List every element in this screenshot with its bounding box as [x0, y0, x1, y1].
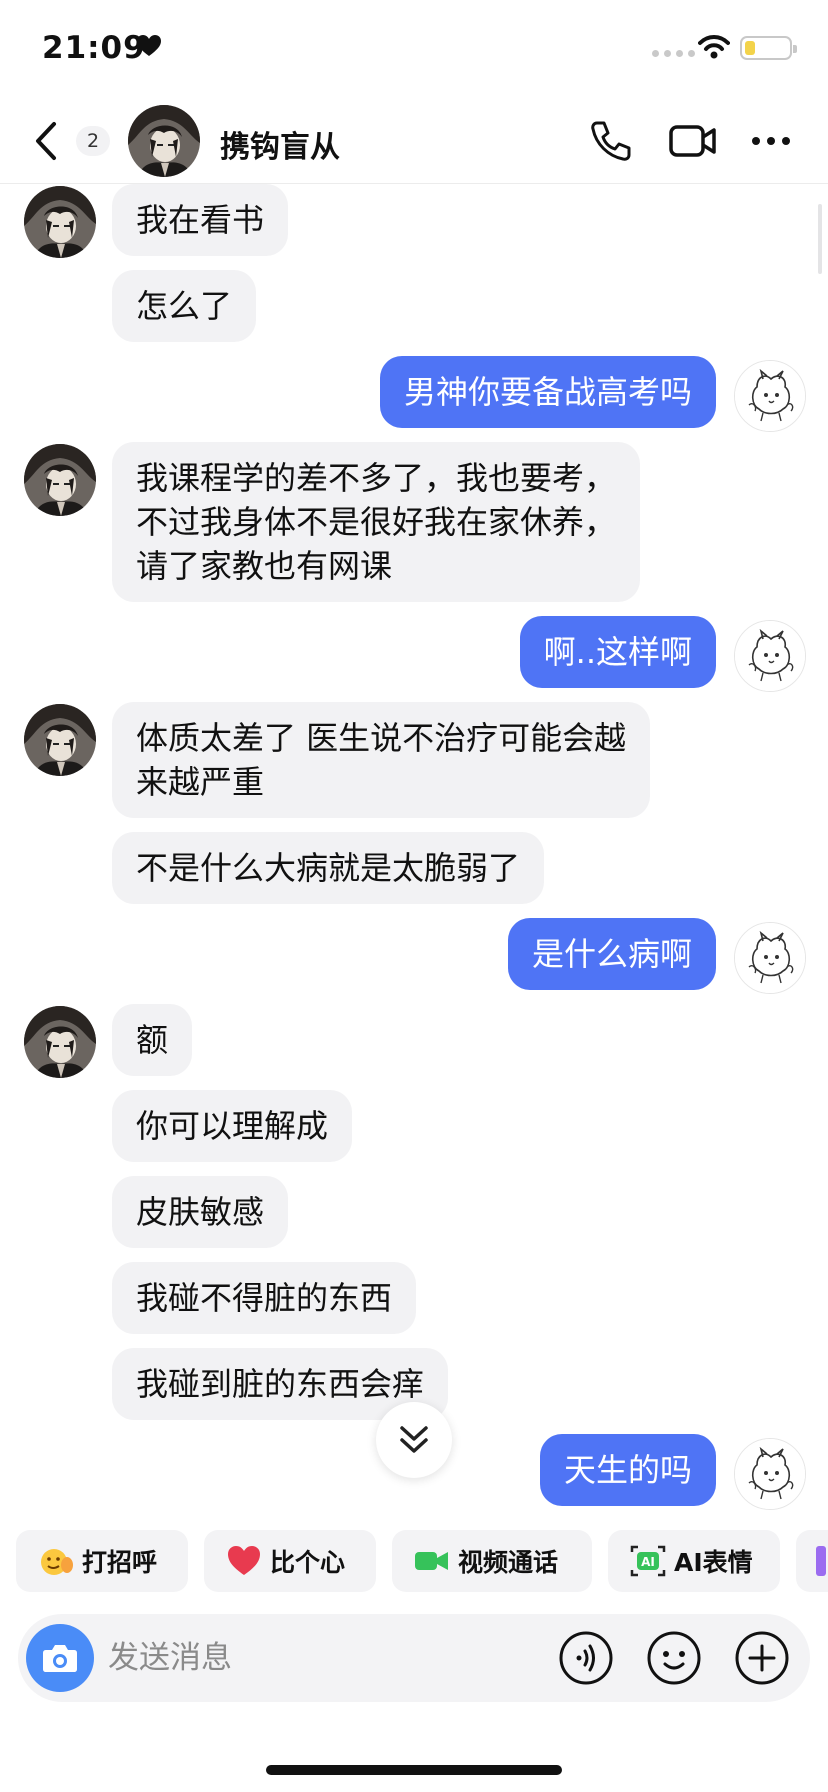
plus-button[interactable] — [734, 1630, 790, 1686]
greet-chip-label: 打招呼 — [82, 1548, 158, 1577]
battery-icon — [740, 36, 797, 60]
incoming-message[interactable]: 我碰不得脏的东西 — [112, 1262, 417, 1334]
incoming-message[interactable]: 我课程学的差不多了，我也要考， 不过我身体不是很好我在家休养， 请了家教也有网课 — [112, 442, 641, 602]
incoming-message[interactable]: 体质太差了 医生说不治疗可能会越 来越严重 — [112, 702, 651, 818]
camera-button[interactable] — [26, 1624, 94, 1692]
contact-avatar-small[interactable] — [24, 1006, 96, 1078]
outgoing-message[interactable]: 天生的吗 — [539, 1434, 716, 1506]
outgoing-message[interactable]: 是什么病啊 — [507, 918, 716, 990]
more-options-button[interactable] — [748, 118, 794, 164]
emoji-button[interactable] — [646, 1630, 702, 1686]
heart-status-icon — [136, 34, 162, 62]
heart-icon — [226, 1544, 262, 1578]
incoming-message[interactable]: 怎么了 — [112, 270, 257, 342]
quick-actions-bar: 打招呼 比个心 视频通话 AI AI表情 — [0, 1530, 828, 1594]
incoming-message[interactable]: 我在看书 — [112, 184, 289, 256]
contact-avatar-small[interactable] — [24, 704, 96, 776]
ai-sticker-chip-label: AI表情 — [674, 1548, 753, 1577]
svg-text:AI: AI — [641, 1555, 655, 1569]
video-call-chip-label: 视频通话 — [458, 1548, 559, 1577]
incoming-message[interactable]: 你可以理解成 — [112, 1090, 353, 1162]
heart-chip-label: 比个心 — [270, 1548, 346, 1577]
my-avatar[interactable] — [734, 620, 806, 692]
voice-message-button[interactable] — [558, 1630, 614, 1686]
signal-icon — [652, 50, 695, 57]
my-avatar[interactable] — [734, 360, 806, 432]
video-call-icon — [414, 1547, 450, 1575]
unread-count-badge: 2 — [76, 126, 110, 156]
wifi-icon — [698, 34, 730, 64]
home-indicator — [266, 1765, 562, 1775]
message-input-bar — [18, 1614, 810, 1702]
contact-avatar-small[interactable] — [24, 444, 96, 516]
ai-sticker-icon: AI — [630, 1544, 666, 1578]
wave-emoji-icon — [38, 1543, 74, 1579]
contact-avatar[interactable] — [128, 105, 200, 177]
video-call-chip[interactable]: 视频通话 — [392, 1530, 592, 1592]
contact-name[interactable]: 携钩盲从 — [220, 122, 340, 166]
outgoing-message[interactable]: 男神你要备战高考吗 — [379, 356, 716, 428]
back-button[interactable] — [28, 118, 68, 164]
scrollbar[interactable] — [818, 204, 822, 274]
video-call-button[interactable] — [668, 118, 718, 164]
phone-call-button[interactable] — [588, 118, 634, 164]
scroll-to-bottom-button[interactable] — [376, 1402, 452, 1478]
message-input[interactable] — [108, 1636, 548, 1680]
contact-avatar-small[interactable] — [24, 186, 96, 258]
chat-header: 2 携钩盲从 — [0, 100, 828, 184]
more-quick-action-chip[interactable] — [796, 1530, 828, 1592]
my-avatar[interactable] — [734, 1438, 806, 1510]
status-time: 21:09 — [42, 30, 146, 66]
incoming-message[interactable]: 皮肤敏感 — [112, 1176, 289, 1248]
outgoing-message[interactable]: 啊..这样啊 — [519, 616, 716, 688]
heart-chip[interactable]: 比个心 — [204, 1530, 376, 1592]
status-bar: 21:09 — [0, 0, 828, 100]
ai-sticker-chip[interactable]: AI AI表情 — [608, 1530, 780, 1592]
incoming-message[interactable]: 额 — [112, 1004, 193, 1076]
my-avatar[interactable] — [734, 922, 806, 994]
incoming-message[interactable]: 不是什么大病就是太脆弱了 — [112, 832, 545, 904]
greet-chip[interactable]: 打招呼 — [16, 1530, 188, 1592]
